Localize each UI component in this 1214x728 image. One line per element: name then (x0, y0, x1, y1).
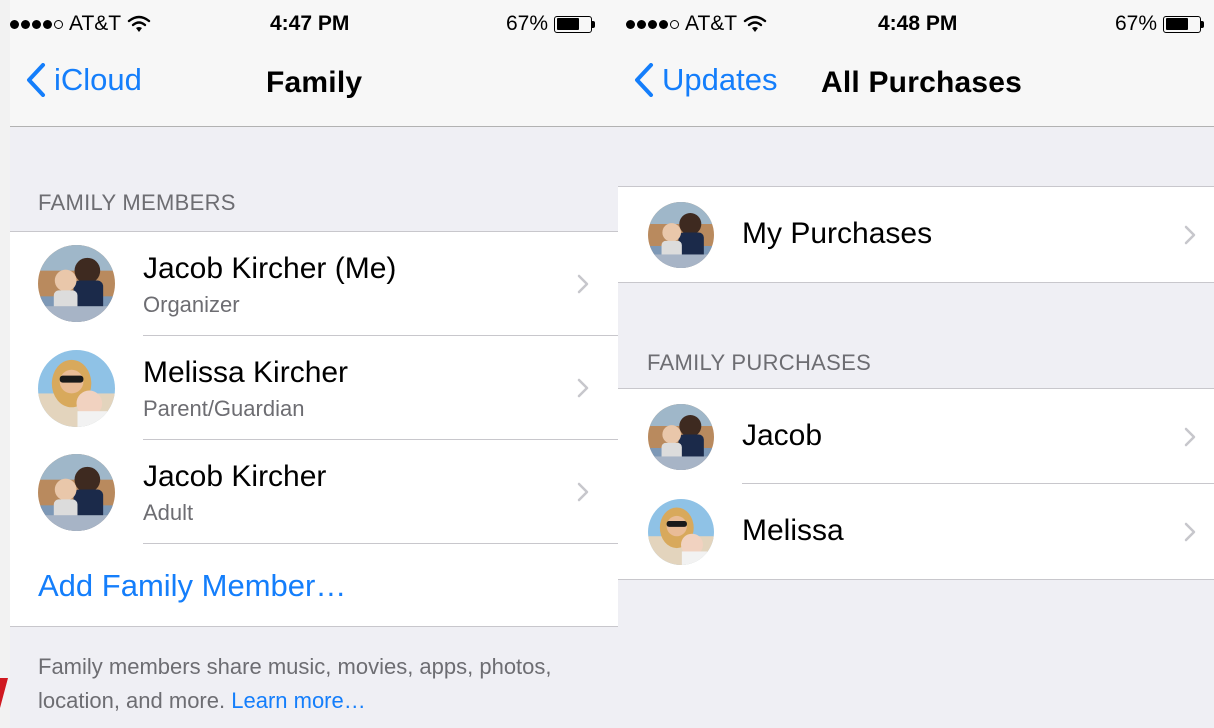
member-name: Jacob Kircher (143, 460, 327, 493)
member-name: Jacob Kircher (Me) (143, 252, 397, 285)
family-members-list: Jacob Kircher (Me) Organizer Melissa Kir… (10, 231, 618, 627)
chevron-right-icon (1184, 522, 1196, 542)
jacob-avatar (648, 404, 714, 470)
section-header-family-purchases: FAMILY PURCHASES (647, 350, 872, 375)
status-time: 4:47 PM (270, 12, 350, 35)
battery-fill (1165, 18, 1188, 30)
back-button-label: Updates (662, 62, 778, 97)
member-role: Parent/Guardian (143, 396, 305, 421)
signal-strength-icon (10, 19, 63, 29)
my-purchases-row[interactable]: My Purchases (618, 187, 1214, 282)
page-title: Family (266, 66, 363, 99)
member-row-jacob-me[interactable]: Jacob Kircher (Me) Organizer (10, 232, 618, 336)
status-bar: AT&T 4:47 PM 67% (10, 6, 618, 42)
purchases-name: Melissa (742, 514, 844, 547)
chevron-right-icon (1184, 225, 1196, 245)
signal-strength-icon (626, 19, 679, 29)
back-button[interactable]: Updates (634, 62, 777, 98)
chevron-right-icon (577, 274, 589, 294)
purchases-row-melissa[interactable]: Melissa (618, 484, 1214, 579)
member-name: Melissa Kircher (143, 356, 349, 389)
my-purchases-label: My Purchases (742, 217, 933, 250)
add-family-member-row[interactable]: Add Family Member… (10, 544, 618, 626)
battery-icon (554, 15, 593, 33)
chevron-left-icon (27, 63, 45, 97)
my-purchases-group: My Purchases (618, 186, 1214, 283)
jacob-avatar (38, 454, 115, 531)
learn-more-link[interactable]: Learn more… (231, 688, 366, 713)
purchases-name: Jacob (742, 419, 823, 452)
chevron-right-icon (1184, 427, 1196, 447)
page-title: All Purchases (821, 66, 1023, 99)
purchases-row-jacob[interactable]: Jacob (618, 389, 1214, 484)
melissa-avatar (648, 499, 714, 565)
carrier-signal: AT&T (626, 12, 767, 36)
back-button[interactable]: iCloud (26, 62, 142, 98)
battery-icon (1163, 15, 1202, 33)
wifi-icon (743, 15, 767, 32)
navigation-bar: AT&T 4:48 PM 67% Updates All Purchases (618, 0, 1214, 127)
edge-strip (0, 0, 10, 728)
chevron-right-icon (577, 482, 589, 502)
family-screen: AT&T 4:47 PM 67% iCloud Family FAMILY ME… (10, 0, 618, 728)
carrier-signal: AT&T (10, 12, 151, 36)
footer-description: Family members share music, movies, apps… (38, 650, 598, 718)
jacob-avatar (648, 202, 714, 268)
member-role: Organizer (143, 292, 240, 317)
chevron-right-icon (577, 378, 589, 398)
wifi-icon (127, 15, 151, 32)
red-logo-fragment (0, 678, 8, 708)
add-family-member-button[interactable]: Add Family Member… (38, 568, 346, 604)
jacob-avatar (38, 245, 115, 322)
chevron-left-icon (635, 63, 653, 97)
battery-percent: 67% (506, 12, 549, 35)
battery-fill (556, 18, 579, 30)
status-time: 4:48 PM (878, 12, 958, 35)
battery-indicator: 67% (1115, 12, 1205, 36)
battery-percent: 67% (1115, 12, 1158, 35)
back-button-label: iCloud (54, 62, 142, 97)
member-role: Adult (143, 500, 194, 525)
melissa-avatar (38, 350, 115, 427)
member-row-melissa[interactable]: Melissa Kircher Parent/Guardian (10, 336, 618, 440)
member-row-jacob[interactable]: Jacob Kircher Adult (10, 440, 618, 544)
navigation-bar: AT&T 4:47 PM 67% iCloud Family (10, 0, 618, 127)
status-bar: AT&T 4:48 PM 67% (618, 6, 1214, 42)
carrier-label: AT&T (69, 12, 122, 35)
family-purchases-list: Jacob Melissa (618, 388, 1214, 580)
battery-indicator: 67% (506, 12, 596, 36)
all-purchases-screen: AT&T 4:48 PM 67% Updates All Purchases M… (618, 0, 1214, 728)
carrier-label: AT&T (685, 12, 738, 35)
section-header-family-members: FAMILY MEMBERS (38, 190, 236, 215)
